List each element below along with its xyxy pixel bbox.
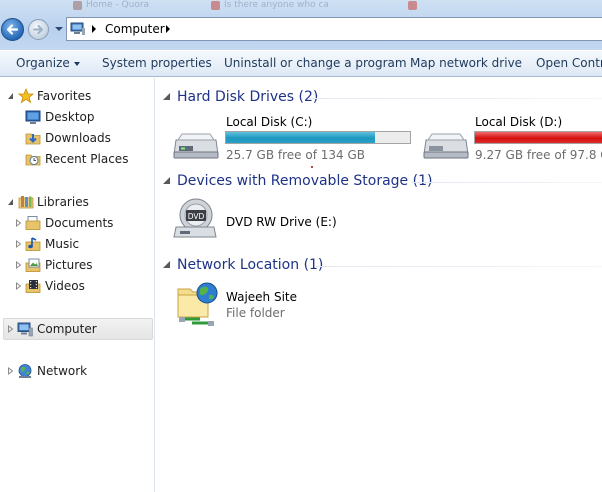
drive-c-usage-fill bbox=[226, 132, 376, 143]
browser-tab[interactable] bbox=[405, 0, 602, 12]
hard-drive-icon bbox=[173, 133, 219, 159]
map-network-drive-button[interactable]: Map network drive bbox=[410, 56, 522, 70]
nav-item-label: Music bbox=[45, 237, 80, 251]
address-bar[interactable]: Computer bbox=[66, 17, 602, 41]
back-arrow-icon bbox=[6, 24, 19, 35]
breadcrumb-separator-icon[interactable] bbox=[91, 24, 97, 34]
nav-item-pictures[interactable]: Pictures bbox=[15, 255, 150, 275]
tree-expand-icon[interactable] bbox=[15, 261, 22, 269]
nav-computer-label: Computer bbox=[37, 322, 97, 336]
nav-favorites[interactable]: Favorites bbox=[7, 86, 147, 106]
drive-d-free-space: 9.27 GB free of 97.8 GB bbox=[475, 148, 602, 162]
drive-d-usage-fill bbox=[475, 132, 602, 143]
group-collapse-icon[interactable] bbox=[162, 260, 171, 269]
group-collapse-icon[interactable] bbox=[162, 176, 171, 185]
system-properties-button[interactable]: System properties bbox=[102, 56, 212, 70]
decorative-dot bbox=[311, 166, 313, 168]
nav-libraries-label: Libraries bbox=[37, 195, 89, 209]
pictures-icon bbox=[25, 258, 41, 272]
nav-item-downloads[interactable]: Downloads bbox=[25, 128, 150, 148]
tree-expand-icon[interactable] bbox=[7, 325, 14, 333]
group-collapse-icon[interactable] bbox=[162, 92, 171, 101]
recent-pages-dropdown-icon[interactable] bbox=[54, 25, 64, 33]
drive-d-usage-bar bbox=[474, 131, 602, 144]
browser-tab-label: Home - Quora bbox=[86, 0, 150, 10]
libraries-icon bbox=[18, 196, 34, 209]
network-folder-icon bbox=[177, 282, 218, 326]
tree-expand-icon[interactable] bbox=[7, 367, 14, 375]
command-bar: Organize System properties Uninstall or … bbox=[0, 50, 602, 77]
breadcrumb-separator-icon[interactable] bbox=[165, 24, 171, 34]
hard-drive-icon bbox=[423, 133, 469, 159]
group-divider bbox=[308, 98, 602, 99]
chevron-down-icon bbox=[73, 61, 80, 66]
nav-item-music[interactable]: Music bbox=[15, 234, 150, 254]
nav-item-videos[interactable]: Videos bbox=[15, 276, 150, 296]
organize-label: Organize bbox=[16, 56, 70, 70]
computer-icon bbox=[17, 322, 33, 337]
nav-item-label: Documents bbox=[45, 216, 114, 230]
drive-d-name[interactable]: Local Disk (D:) bbox=[475, 115, 562, 129]
nav-item-recent-places[interactable]: Recent Places bbox=[25, 149, 150, 169]
nav-item-label: Recent Places bbox=[45, 152, 129, 166]
back-button[interactable] bbox=[1, 18, 24, 41]
browser-tab[interactable]: Home - Quora bbox=[70, 0, 180, 12]
forward-button[interactable] bbox=[28, 19, 49, 40]
tab-favicon-icon bbox=[211, 1, 220, 10]
browser-tab[interactable]: Is there anyone who ca bbox=[208, 0, 383, 12]
group-header-hard-disk-drives[interactable]: Hard Disk Drives (2) bbox=[177, 89, 318, 105]
network-location-type: File folder bbox=[226, 306, 285, 320]
nav-favorites-label: Favorites bbox=[37, 89, 92, 103]
nav-item-desktop[interactable]: Desktop bbox=[25, 107, 150, 127]
computer-icon bbox=[70, 22, 85, 35]
organize-menu-button[interactable]: Organize bbox=[16, 56, 80, 70]
tab-favicon-icon bbox=[408, 1, 417, 10]
star-icon bbox=[18, 88, 34, 104]
group-header-removable-storage[interactable]: Devices with Removable Storage (1) bbox=[177, 173, 432, 189]
nav-item-label: Pictures bbox=[45, 258, 93, 272]
nav-computer[interactable]: Computer bbox=[7, 319, 147, 339]
background-browser-tabs: Home - Quora Is there anyone who ca bbox=[60, 0, 602, 12]
window-title-bar: Home - Quora Is there anyone who ca Comp… bbox=[0, 0, 602, 50]
tree-collapse-icon[interactable] bbox=[7, 198, 14, 206]
tree-expand-icon[interactable] bbox=[15, 282, 22, 290]
tree-expand-icon[interactable] bbox=[15, 219, 22, 227]
tab-favicon-icon bbox=[73, 1, 82, 10]
content-pane[interactable]: Hard Disk Drives (2) Local Disk (C:) 25.… bbox=[156, 78, 602, 492]
navigation-pane[interactable]: Favorites Desktop Downloads Recent Place… bbox=[0, 78, 155, 492]
group-divider bbox=[411, 182, 602, 183]
drive-c-usage-bar bbox=[225, 131, 411, 144]
browser-tab-label: Is there anyone who ca bbox=[224, 0, 329, 10]
network-globe-icon bbox=[18, 364, 32, 378]
nav-network-label: Network bbox=[37, 364, 88, 378]
group-divider bbox=[316, 266, 602, 267]
tree-collapse-icon[interactable] bbox=[7, 92, 14, 100]
dvd-drive-name[interactable]: DVD RW Drive (E:) bbox=[226, 215, 337, 229]
tree-expand-icon[interactable] bbox=[15, 240, 22, 248]
uninstall-program-button[interactable]: Uninstall or change a program bbox=[224, 56, 407, 70]
music-icon bbox=[25, 237, 41, 251]
dvd-label-text: DVD bbox=[188, 212, 205, 221]
videos-icon bbox=[25, 280, 41, 293]
open-control-panel-button[interactable]: Open Contro bbox=[536, 56, 602, 70]
forward-arrow-icon bbox=[33, 25, 43, 34]
nav-item-label: Videos bbox=[45, 279, 85, 293]
nav-item-label: Downloads bbox=[45, 131, 111, 145]
downloads-folder-icon bbox=[25, 133, 41, 145]
nav-network[interactable]: Network bbox=[7, 361, 147, 381]
drive-c-name[interactable]: Local Disk (C:) bbox=[226, 115, 312, 129]
drive-c-free-space: 25.7 GB free of 134 GB bbox=[226, 148, 365, 162]
desktop-icon bbox=[25, 110, 41, 124]
recent-places-icon bbox=[25, 154, 41, 166]
address-path[interactable]: Computer bbox=[105, 22, 165, 36]
dvd-drive-icon: DVD bbox=[173, 198, 217, 238]
documents-icon bbox=[25, 216, 41, 230]
nav-libraries[interactable]: Libraries bbox=[7, 192, 147, 212]
network-location-name[interactable]: Wajeeh Site bbox=[226, 290, 297, 304]
group-header-network-location[interactable]: Network Location (1) bbox=[177, 257, 323, 273]
nav-item-label: Desktop bbox=[45, 110, 95, 124]
nav-item-documents[interactable]: Documents bbox=[15, 213, 150, 233]
